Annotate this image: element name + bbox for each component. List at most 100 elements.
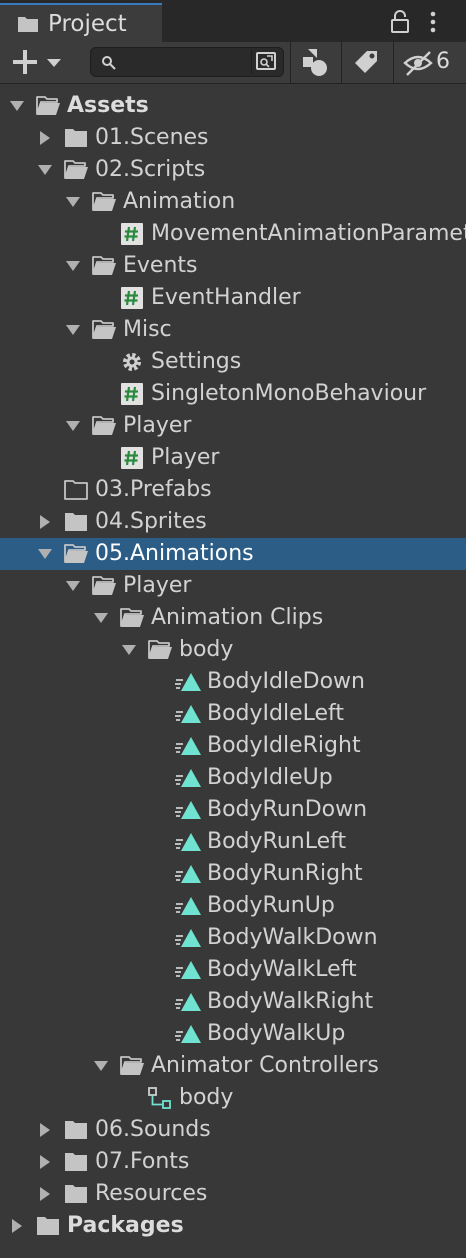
folder-open-icon bbox=[92, 576, 116, 595]
tree-row-label: Resources bbox=[95, 1181, 208, 1206]
tree-row[interactable]: 02.Scripts bbox=[0, 154, 466, 186]
folder-icon bbox=[65, 1153, 87, 1171]
expand-arrow-down-icon[interactable] bbox=[65, 323, 81, 337]
tree-row[interactable]: Animation bbox=[0, 186, 466, 218]
tree-row-label: Player bbox=[123, 413, 192, 438]
tree-row[interactable]: SingletonMonoBehaviour bbox=[0, 378, 466, 410]
tree-row-label: 03.Prefabs bbox=[95, 477, 212, 502]
tree-row[interactable]: BodyRunRight bbox=[0, 858, 466, 890]
tree-row-label: BodyWalkRight bbox=[207, 989, 374, 1014]
folder-open-icon bbox=[92, 192, 116, 211]
tree-row-label: Animation Clips bbox=[151, 605, 324, 630]
folder-icon bbox=[37, 1217, 59, 1235]
csharp-script-icon bbox=[121, 383, 143, 405]
toggle-hidden-packages-icon[interactable] bbox=[402, 46, 436, 80]
animator-controller-icon bbox=[148, 1087, 171, 1109]
search-by-label-icon[interactable] bbox=[350, 46, 384, 80]
folder-icon bbox=[18, 17, 38, 32]
tree-row[interactable]: 04.Sprites bbox=[0, 506, 466, 538]
tree-row[interactable]: BodyRunUp bbox=[0, 890, 466, 922]
tree-row[interactable]: Events bbox=[0, 250, 466, 282]
search-by-type-icon[interactable] bbox=[298, 46, 334, 80]
tree-row[interactable]: body bbox=[0, 634, 466, 666]
expand-arrow-down-icon[interactable] bbox=[93, 611, 109, 625]
expand-arrow-down-icon[interactable] bbox=[9, 99, 25, 113]
open-search-window-button[interactable] bbox=[251, 50, 281, 74]
create-plus-icon[interactable] bbox=[8, 46, 68, 78]
expand-arrow-right-icon[interactable] bbox=[37, 1187, 53, 1201]
tree-row-label: 07.Fonts bbox=[95, 1149, 190, 1174]
tree-row[interactable]: BodyWalkUp bbox=[0, 1018, 466, 1050]
expand-arrow-down-icon[interactable] bbox=[65, 419, 81, 433]
tree-row-label: 04.Sprites bbox=[95, 509, 207, 534]
animation-clip-icon bbox=[175, 865, 201, 883]
tree-row[interactable]: Packages bbox=[0, 1210, 466, 1242]
tree-row[interactable]: BodyWalkLeft bbox=[0, 954, 466, 986]
tree-row[interactable]: 03.Prefabs bbox=[0, 474, 466, 506]
tree-row-label: Misc bbox=[123, 317, 172, 342]
tree-row-label: BodyIdleUp bbox=[207, 765, 333, 790]
expand-arrow-down-icon[interactable] bbox=[65, 579, 81, 593]
tree-row[interactable]: MovementAnimationParameters bbox=[0, 218, 466, 250]
tree-row[interactable]: 07.Fonts bbox=[0, 1146, 466, 1178]
expand-arrow-right-icon[interactable] bbox=[37, 515, 53, 529]
tree-row[interactable]: Assets bbox=[0, 90, 466, 122]
tree-row[interactable]: 06.Sounds bbox=[0, 1114, 466, 1146]
tree-row[interactable]: body bbox=[0, 1082, 466, 1114]
expand-arrow-down-icon[interactable] bbox=[37, 547, 53, 561]
folder-open-icon bbox=[148, 640, 172, 659]
animation-clip-icon bbox=[175, 929, 201, 947]
tree-row-label: Settings bbox=[151, 349, 242, 374]
tree-row[interactable]: BodyRunDown bbox=[0, 794, 466, 826]
tree-row[interactable]: Resources bbox=[0, 1178, 466, 1210]
tree-row[interactable]: BodyRunLeft bbox=[0, 826, 466, 858]
animation-clip-icon bbox=[175, 897, 201, 915]
tree-row[interactable]: EventHandler bbox=[0, 282, 466, 314]
folder-open-icon bbox=[92, 320, 116, 339]
tree-row-label: BodyWalkLeft bbox=[207, 957, 357, 982]
search-field[interactable] bbox=[90, 47, 284, 77]
search-icon bbox=[102, 56, 116, 70]
expand-arrow-right-icon[interactable] bbox=[37, 1123, 53, 1137]
tree-row[interactable]: BodyIdleLeft bbox=[0, 698, 466, 730]
tree-row-label: 02.Scripts bbox=[95, 157, 206, 182]
tree-row[interactable]: Misc bbox=[0, 314, 466, 346]
expand-arrow-down-icon[interactable] bbox=[65, 195, 81, 209]
tree-row-label: BodyRunRight bbox=[207, 861, 363, 886]
expand-arrow-right-icon[interactable] bbox=[37, 131, 53, 145]
toolbar-separator bbox=[341, 42, 342, 83]
tree-row[interactable]: Player bbox=[0, 570, 466, 602]
tree-row[interactable]: BodyIdleUp bbox=[0, 762, 466, 794]
animation-clip-icon bbox=[175, 673, 201, 691]
lock-icon[interactable] bbox=[390, 10, 410, 34]
tree-row[interactable]: 01.Scenes bbox=[0, 122, 466, 154]
expand-arrow-down-icon[interactable] bbox=[121, 643, 137, 657]
tree-row[interactable]: BodyWalkDown bbox=[0, 922, 466, 954]
tree-row[interactable]: Animator Controllers bbox=[0, 1050, 466, 1082]
expand-arrow-down-icon[interactable] bbox=[93, 1059, 109, 1073]
folder-open-icon bbox=[64, 160, 88, 179]
tree-row[interactable]: Player bbox=[0, 442, 466, 474]
tree-row[interactable]: BodyIdleRight bbox=[0, 730, 466, 762]
expand-arrow-right-icon[interactable] bbox=[9, 1219, 25, 1233]
tree-row-label: Assets bbox=[67, 93, 149, 118]
tree-row[interactable]: Settings bbox=[0, 346, 466, 378]
animation-clip-icon bbox=[175, 1025, 201, 1043]
more-options-icon[interactable] bbox=[426, 10, 440, 34]
tree-row-label: Player bbox=[151, 445, 220, 470]
expand-arrow-right-icon[interactable] bbox=[37, 1155, 53, 1169]
animation-clip-icon bbox=[175, 993, 201, 1011]
search-input[interactable] bbox=[121, 50, 245, 76]
tree-row[interactable]: BodyWalkRight bbox=[0, 986, 466, 1018]
tree-row[interactable]: BodyIdleDown bbox=[0, 666, 466, 698]
folder-open-icon bbox=[92, 416, 116, 435]
project-tab[interactable]: Project bbox=[0, 3, 162, 42]
expand-arrow-down-icon[interactable] bbox=[37, 163, 53, 177]
tree-row-label: Animator Controllers bbox=[151, 1053, 379, 1078]
tree-row[interactable]: 05.Animations bbox=[0, 538, 466, 570]
tree-row-label: Animation bbox=[123, 189, 236, 214]
tree-row[interactable]: Player bbox=[0, 410, 466, 442]
tree-row[interactable]: Animation Clips bbox=[0, 602, 466, 634]
expand-arrow-down-icon[interactable] bbox=[65, 259, 81, 273]
animation-clip-icon bbox=[175, 801, 201, 819]
